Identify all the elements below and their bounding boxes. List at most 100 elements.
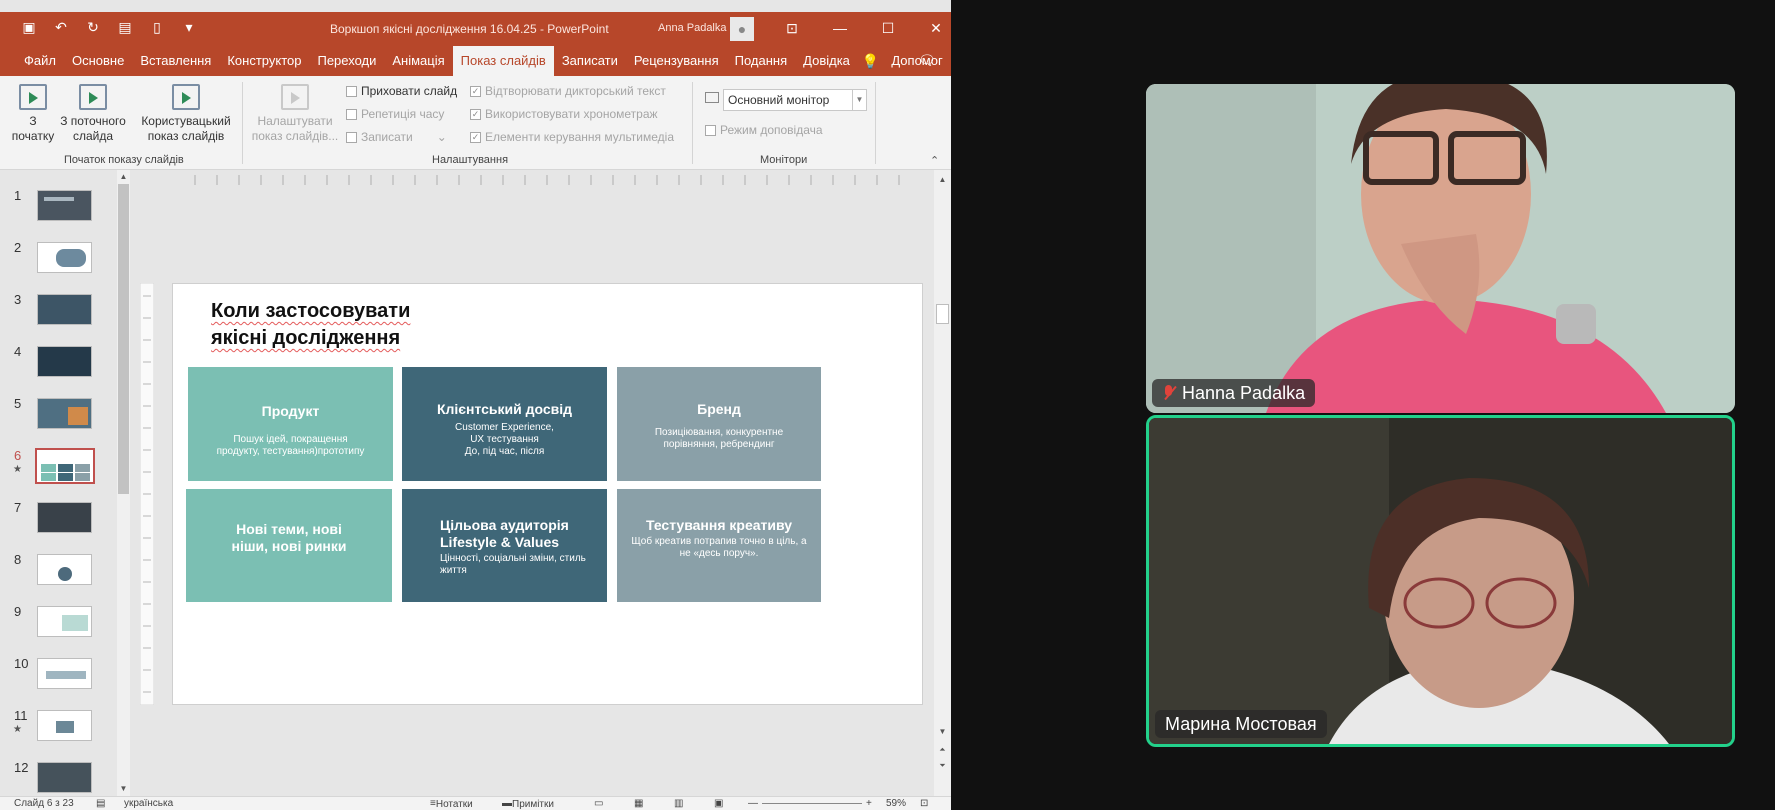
spellcheck-icon[interactable]: ▤ [96,798,105,809]
thumbnail-number: 7 [14,500,22,515]
tab-record[interactable]: Записати [554,46,626,76]
monitor-icon [705,92,719,103]
thumbnail-number: 6 [14,448,22,463]
tab-insert[interactable]: Вставлення [132,46,219,76]
slideshow-current-icon [79,84,107,110]
save-icon[interactable]: ▣ [20,18,38,36]
slide-thumbnail-4[interactable] [37,346,92,377]
card-title: Бренд [697,401,741,417]
card-product[interactable]: Продукт Пошук ідей, покращення продукту,… [188,367,393,481]
slide-thumbnail-11[interactable] [37,710,92,741]
tab-slideshow[interactable]: Показ слайдів [452,46,554,76]
language-indicator[interactable]: українська [124,798,173,809]
slide-sorter-icon[interactable]: ▦ [634,798,643,809]
custom-show-icon [172,84,200,110]
card-customer-experience[interactable]: Клієнтський досвід Customer Experience, … [402,367,607,481]
hide-slide-button[interactable]: Приховати слайд [346,84,457,98]
comments-icon[interactable]: 🗨 [918,52,936,69]
slide-thumbnail-3[interactable] [37,294,92,325]
slide-thumbnail-2[interactable] [37,242,92,273]
scroll-up-icon[interactable]: ▲ [937,174,948,185]
notes-button[interactable]: ≡ Нотатки [430,798,473,810]
slide-thumbnail-9[interactable] [37,606,92,637]
reading-view-icon[interactable]: ▥ [674,798,683,809]
zoom-level[interactable]: 59% [886,798,906,809]
close-icon[interactable]: ✕ [924,18,948,38]
redo-icon[interactable]: ↻ [84,18,102,36]
rehearse-timings-button[interactable]: Репетиція часу [346,107,444,121]
slide-title[interactable]: Коли застосовувати якісні дослідження [211,298,410,352]
card-subtitle: Customer Experience, UX тестування До, п… [455,422,554,457]
card-subtitle: Позиціювання, конкурентне порівняння, ре… [654,427,784,450]
tab-animations[interactable]: Анімація [384,46,452,76]
new-file-icon[interactable]: ▯ [148,18,166,36]
presenter-view-checkbox[interactable]: Режим доповідача [705,123,823,137]
from-start-button[interactable]: З початку [8,84,58,144]
tab-design[interactable]: Конструктор [219,46,309,76]
scrollbar-thumb[interactable] [936,304,949,324]
powerpoint-window: ▣ ↶ ↻ ▤ ▯ ▾ Воркшоп якісні дослідження 1… [0,0,951,810]
tab-view[interactable]: Подання [727,46,796,76]
participant-video-2 [1149,418,1732,744]
slide-thumbnail-1[interactable] [37,190,92,221]
scroll-up-icon[interactable]: ▲ [117,170,130,183]
minimize-icon[interactable]: — [828,18,852,38]
tab-help[interactable]: Довідка [795,46,858,76]
from-current-button[interactable]: З поточного слайда [58,84,128,144]
slide-canvas[interactable]: Коли застосовувати якісні дослідження Пр… [172,283,923,705]
video-tile-hanna[interactable]: Hanna Padalka [1146,84,1735,413]
group-label-setup: Налаштування [432,154,509,166]
record-button[interactable]: Записати ⌄ [346,130,447,144]
editor-scrollbar[interactable]: ▲ ▼ ⏶ ⏷ [934,170,951,796]
custom-show-button[interactable]: Користувацький показ слайдів [136,84,236,144]
previous-slide-icon[interactable]: ⏶ [937,744,948,755]
card-target-audience[interactable]: Цільова аудиторія Lifestyle & Values Цін… [402,489,607,602]
collapse-ribbon-icon[interactable]: ⌃ [930,154,939,167]
slide-thumbnail-5[interactable] [37,398,92,429]
customize-qat-icon[interactable]: ▾ [180,18,198,36]
account-avatar-icon[interactable]: ● [730,17,754,41]
slideshow-view-icon[interactable]: ▣ [714,798,723,809]
scroll-down-icon[interactable]: ▼ [117,782,130,795]
participant-name-chip: Hanna Padalka [1152,379,1316,407]
group-label-start: Початок показу слайдів [64,154,184,166]
account-name[interactable]: Anna Padalka [658,22,727,34]
monitor-select[interactable]: Основний монітор ▼ [723,89,867,111]
card-new-topics[interactable]: Нові теми, нові ніши, нові ринки [186,489,392,602]
play-narration-checkbox[interactable]: ✓ Відтворювати дикторський текст [470,84,666,98]
scroll-down-icon[interactable]: ▼ [937,726,948,737]
card-brand[interactable]: Бренд Позиціювання, конкурентне порівнян… [617,367,821,481]
setup-show-button[interactable]: Налаштувати показ слайдів... [250,84,340,144]
slide-thumbnail-6[interactable] [35,448,95,484]
comments-button[interactable]: ▬ Примітки [502,798,554,810]
presentation-icon[interactable]: ▤ [116,18,134,36]
card-creative-testing[interactable]: Тестування креативу Щоб креатив потрапив… [617,489,821,602]
tab-home[interactable]: Основне [64,46,132,76]
undo-icon[interactable]: ↶ [52,18,70,36]
normal-view-icon[interactable]: ▭ [594,798,603,809]
fit-to-window-icon[interactable]: ⊡ [920,798,928,809]
ribbon-separator [242,82,243,164]
slide-thumbnail-12[interactable] [37,762,92,793]
use-timings-checkbox[interactable]: ✓ Використовувати хронометраж [470,107,658,121]
slide-thumbnail-10[interactable] [37,658,92,689]
zoom-in-icon[interactable]: + [866,798,872,809]
lightbulb-icon[interactable]: 💡 [858,53,883,70]
status-bar: Слайд 6 з 23 ▤ українська ≡ Нотатки ▬ Пр… [0,796,951,810]
thumbnail-number: 1 [14,188,22,203]
tab-transitions[interactable]: Переходи [309,46,384,76]
media-controls-checkbox[interactable]: ✓ Елементи керування мультимедіа [470,130,674,144]
maximize-icon[interactable]: ☐ [876,18,900,38]
video-tile-maryna[interactable]: Марина Мостовая [1146,415,1735,747]
slide-thumbnail-7[interactable] [37,502,92,533]
next-slide-icon[interactable]: ⏷ [937,760,948,771]
scrollbar-thumb[interactable] [118,184,129,494]
zoom-out-icon[interactable]: — [748,798,758,809]
zoom-slider[interactable] [762,803,862,804]
slide-thumbnail-8[interactable] [37,554,92,585]
thumbnails-scrollbar[interactable]: ▲ ▼ [117,170,130,796]
ribbon-display-icon[interactable]: ⊡ [780,18,804,38]
checkbox-checked-icon: ✓ [470,108,481,120]
tab-review[interactable]: Рецензування [626,46,727,76]
tab-file[interactable]: Файл [16,46,64,76]
